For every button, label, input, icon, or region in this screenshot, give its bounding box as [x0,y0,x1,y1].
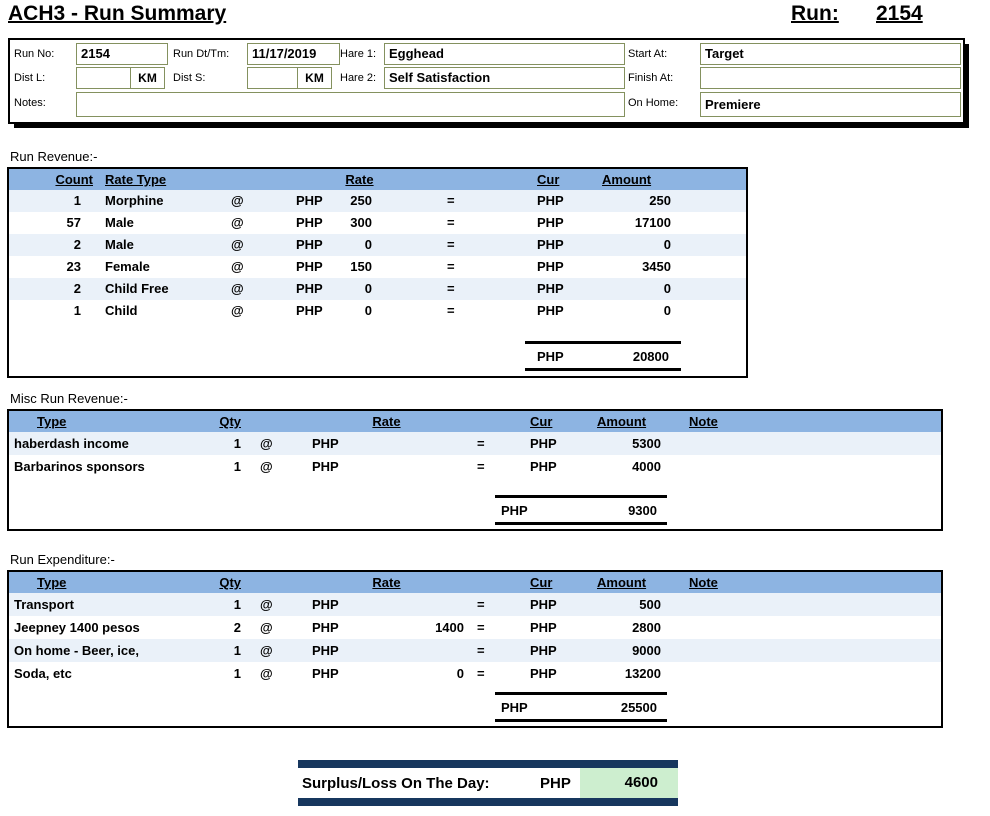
table-row: Barbarinos sponsors 1 @ PHP = PHP 4000 [14,459,661,474]
expenditure-header-qty: Qty [219,575,241,590]
report-page: ACH3 - Run Summary Run: 2154 Run No: 215… [0,0,990,816]
run-dt-field[interactable]: 11/17/2019 [247,43,340,65]
run-revenue-header-rate: Rate [345,172,374,187]
run-revenue-header-cur: Cur [537,172,560,187]
expenditure-section-label: Run Expenditure:- [10,552,115,567]
run-revenue-table: Count Rate Type Rate Cur Amount 1 Morphi… [7,167,748,378]
dist-s-field[interactable] [247,67,298,89]
run-number: 2154 [876,2,923,25]
run-revenue-header-count: Count [55,172,93,187]
run-no-label: Run No: [14,48,55,60]
misc-revenue-header-cur: Cur [530,414,553,429]
expenditure-table: Type Qty Rate Cur Amount Note Transport … [7,570,943,728]
run-no-field[interactable]: 2154 [76,43,168,65]
table-row: Transport 1 @ PHP = PHP 500 [9,593,941,616]
dist-s-label: Dist S: [173,72,206,84]
run-info-box: Run No: 2154 Run Dt/Tm: 11/17/2019 Hare … [8,38,965,124]
finish-at-label: Finish At: [628,72,674,84]
misc-revenue-total: PHP 9300 [495,495,667,525]
expenditure-total-cur: PHP [501,699,528,715]
misc-revenue-header-type: Type [37,414,67,429]
dist-s-unit: KM [297,67,332,89]
misc-revenue-header-row: Type Qty Rate Cur Amount Note [9,411,941,432]
misc-revenue-total-cur: PHP [501,502,528,518]
surplus-label: Surplus/Loss On The Day: [302,774,490,792]
start-at-field[interactable]: Target [700,43,961,65]
on-home-label: On Home: [628,97,679,109]
hare1-field[interactable]: Egghead [384,43,625,65]
run-revenue-header-rate-type: Rate Type [105,172,167,187]
run-label: Run: [791,2,839,25]
expenditure-total-amount: 25500 [620,699,657,715]
expenditure-header-type: Type [37,575,67,590]
table-row: Soda, etc 1 @ PHP 0 = PHP 13200 [14,666,661,681]
run-revenue-total-amount: 20800 [632,348,669,364]
surplus-currency: PHP [540,774,571,792]
expenditure-header-note: Note [689,575,718,590]
expenditure-header-amount: Amount [597,575,647,590]
misc-revenue-header-qty: Qty [219,414,241,429]
hare2-field[interactable]: Self Satisfaction [384,67,625,89]
table-row: 1 Child @ PHP 0 = PHP 0 [73,303,671,318]
start-at-label: Start At: [628,48,668,60]
notes-label: Notes: [14,97,46,109]
page-title: ACH3 - Run Summary [8,2,227,25]
dist-l-unit: KM [130,67,165,89]
run-dt-label: Run Dt/Tm: [173,48,230,60]
dist-l-label: Dist L: [14,72,46,84]
misc-revenue-header-note: Note [689,414,718,429]
run-revenue-header-amount: Amount [602,172,652,187]
expenditure-header-row: Type Qty Rate Cur Amount Note [9,572,941,593]
table-row: 23 Female @ PHP 150 = PHP 3450 [66,259,671,274]
surplus-summary: Surplus/Loss On The Day: PHP 4600 [298,760,678,806]
expenditure-header-cur: Cur [530,575,553,590]
hare1-label: Hare 1: [340,48,377,60]
surplus-amount: 4600 [580,768,678,798]
table-row: 1 Morphine @ PHP 250 = PHP 250 [9,190,746,212]
misc-revenue-header-rate: Rate [372,414,401,429]
on-home-field[interactable]: Premiere [700,92,961,117]
table-row: 2 Male @ PHP 0 = PHP 0 [9,234,746,256]
run-revenue-total-cur: PHP [537,348,564,364]
dist-l-field[interactable] [76,67,131,89]
expenditure-total: PHP 25500 [495,692,667,722]
expenditure-header-rate: Rate [372,575,401,590]
table-row: 57 Male @ PHP 300 = PHP 17100 [66,215,671,230]
misc-revenue-total-amount: 9300 [628,502,657,518]
table-row: haberdash income 1 @ PHP = PHP 5300 [9,432,941,455]
notes-field[interactable] [76,92,625,117]
misc-revenue-header-amount: Amount [597,414,647,429]
table-row: Jeepney 1400 pesos 2 @ PHP 1400 = PHP 28… [14,620,661,635]
hare2-label: Hare 2: [340,72,377,84]
run-revenue-section-label: Run Revenue:- [10,149,98,164]
misc-revenue-section-label: Misc Run Revenue:- [10,391,128,406]
finish-at-field[interactable] [700,67,961,89]
table-row: 2 Child Free @ PHP 0 = PHP 0 [9,278,746,300]
table-row: On home - Beer, ice, 1 @ PHP = PHP 9000 [9,639,941,662]
run-revenue-total: PHP 20800 [525,341,681,371]
run-revenue-header-row: Count Rate Type Rate Cur Amount [9,169,746,190]
misc-revenue-table: Type Qty Rate Cur Amount Note haberdash … [7,409,943,531]
